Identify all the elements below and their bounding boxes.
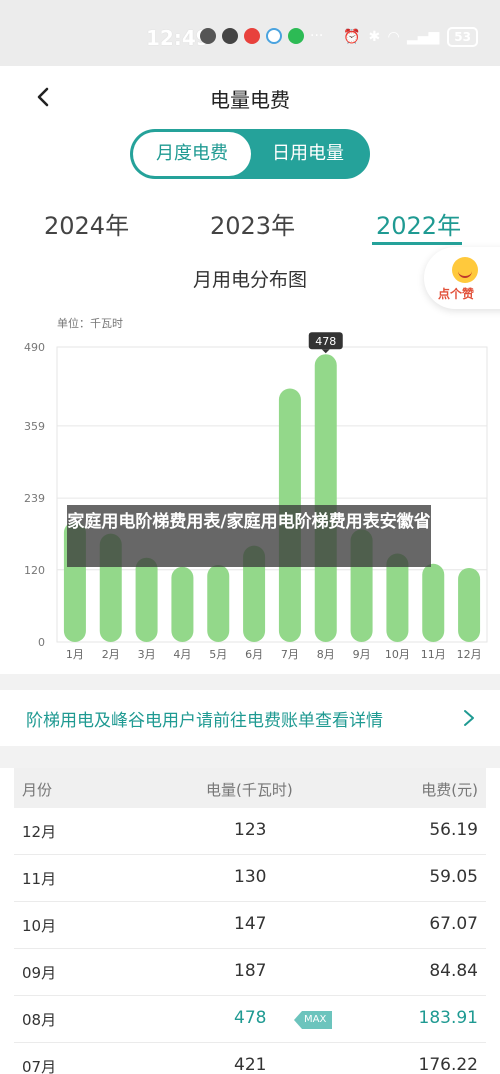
signal-icon: ▂▄▆: [406, 29, 440, 45]
x-tick-label: 7月: [281, 648, 299, 661]
row-kwh: 123: [234, 820, 267, 840]
row-kwh: 130: [234, 867, 267, 887]
header: 电量电费: [0, 66, 500, 126]
alarm-icon: ⏰: [343, 29, 361, 45]
row-month: 07月: [22, 1058, 57, 1074]
notification-icons: ···: [200, 28, 323, 44]
tab-daily-usage[interactable]: 日用电量: [249, 132, 367, 176]
row-month: 09月: [22, 964, 57, 982]
x-tick-label: 4月: [173, 648, 191, 661]
monthly-table: 月份 电量(千瓦时) 电费(元) 12月 123 56.19 11月 130 5…: [14, 768, 486, 1074]
x-tick-label: 2月: [102, 648, 120, 661]
row-kwh: 478: [234, 1008, 267, 1028]
table-header: 月份 电量(千瓦时) 电费(元): [14, 768, 486, 808]
row-fee: 183.91: [418, 1008, 478, 1028]
bar-3月: [135, 557, 158, 642]
row-month: 10月: [22, 917, 57, 935]
row-fee: 84.84: [429, 961, 478, 981]
bar-12月: [458, 567, 481, 642]
divider: [0, 674, 500, 690]
app-notification-icon: [200, 28, 216, 44]
view-switcher: 月度电费 日用电量: [130, 129, 370, 179]
row-kwh: 147: [234, 914, 267, 934]
x-tick-label: 10月: [385, 648, 410, 661]
bill-details-text: 阶梯用电及峰谷电用户请前往电费账单查看详情: [26, 711, 383, 731]
phone-app-icon: [288, 28, 304, 44]
row-fee: 67.07: [429, 914, 478, 934]
wechat-icon: [222, 28, 238, 44]
row-kwh: 421: [234, 1055, 267, 1074]
year-tab-indicator: [372, 242, 462, 245]
bluetooth-icon: ✱: [368, 29, 381, 45]
news-icon: [244, 28, 260, 44]
bill-details-link[interactable]: 阶梯用电及峰谷电用户请前往电费账单查看详情: [0, 690, 500, 746]
row-fee: 176.22: [418, 1055, 478, 1074]
monthly-usage-chart: 单位：千瓦时 490 359 239 120 0 1月 2月 3月 4月 5月 6月 7月 8月 9月 10…: [24, 316, 488, 661]
y-tick-label: 359: [24, 420, 45, 433]
y-tick-label: 490: [24, 341, 45, 354]
year-tab-2022[interactable]: 2022年: [376, 206, 461, 241]
x-tick-label: 1月: [66, 648, 84, 661]
bar-8月: [314, 354, 337, 642]
header-month: 月份: [22, 781, 53, 799]
x-tick-label: 6月: [245, 648, 263, 661]
system-status: ⏰ ✱ ◠ ▂▄▆ 53: [343, 27, 478, 47]
year-tab-2023[interactable]: 2023年: [210, 206, 295, 241]
table-row[interactable]: 10月 147 67.07: [14, 902, 486, 949]
header-fee: 电费(元): [421, 781, 478, 799]
overlay-caption: 家庭用电阶梯费用表/家庭用电阶梯费用表安徽省: [67, 505, 431, 567]
table-row[interactable]: 07月 421 176.22: [14, 1043, 486, 1074]
unit-label: 单位：千瓦时: [57, 316, 123, 330]
tab-monthly-fee[interactable]: 月度电费: [133, 132, 251, 176]
x-tick-label: 8月: [317, 648, 335, 661]
page-title: 电量电费: [210, 88, 290, 112]
battery-icon: 53: [447, 27, 478, 47]
wifi-icon: ◠: [388, 29, 399, 45]
x-tick-label: 11月: [421, 648, 446, 661]
table-row[interactable]: 12月 123 56.19: [14, 808, 486, 855]
x-tick-label: 5月: [209, 648, 227, 661]
max-badge: MAX: [294, 1011, 333, 1029]
more-notifications-icon: ···: [310, 28, 324, 44]
row-month: 11月: [22, 870, 57, 888]
row-fee: 56.19: [429, 820, 478, 840]
electricity-page: 电量电费 月度电费 日用电量 2024年 2023年 2022年 点个赞 月用电…: [0, 66, 500, 1074]
y-tick-label: 239: [24, 492, 45, 505]
status-bar: 12:49 ··· ⏰ ✱ ◠ ▂▄▆ 53: [0, 0, 500, 66]
divider: [0, 746, 500, 768]
chart-title: 月用电分布图: [192, 269, 307, 291]
bar-4月: [171, 566, 194, 642]
table-row-max[interactable]: 08月 478 MAX 183.91: [14, 996, 486, 1043]
chat-icon: [266, 28, 282, 44]
header-kwh: 电量(千瓦时): [206, 781, 293, 799]
row-month: 08月: [22, 1011, 57, 1029]
x-tick-label: 12月: [457, 648, 482, 661]
x-tick-label: 3月: [138, 648, 156, 661]
table-row[interactable]: 09月 187 84.84: [14, 949, 486, 996]
row-month: 12月: [22, 823, 57, 841]
table-row[interactable]: 11月 130 59.05: [14, 855, 486, 902]
chevron-right-icon: [464, 710, 474, 726]
y-tick-label: 120: [24, 564, 45, 577]
year-tab-2024[interactable]: 2024年: [44, 206, 129, 241]
bar-5月: [207, 564, 230, 642]
highlight-tooltip-pointer: [321, 349, 330, 354]
row-kwh: 187: [234, 961, 267, 981]
row-fee: 59.05: [429, 867, 478, 887]
x-tick-label: 9月: [353, 648, 371, 661]
bar-11月: [422, 563, 445, 642]
y-tick-label: 0: [38, 636, 45, 649]
highlight-label: 478: [315, 335, 336, 348]
